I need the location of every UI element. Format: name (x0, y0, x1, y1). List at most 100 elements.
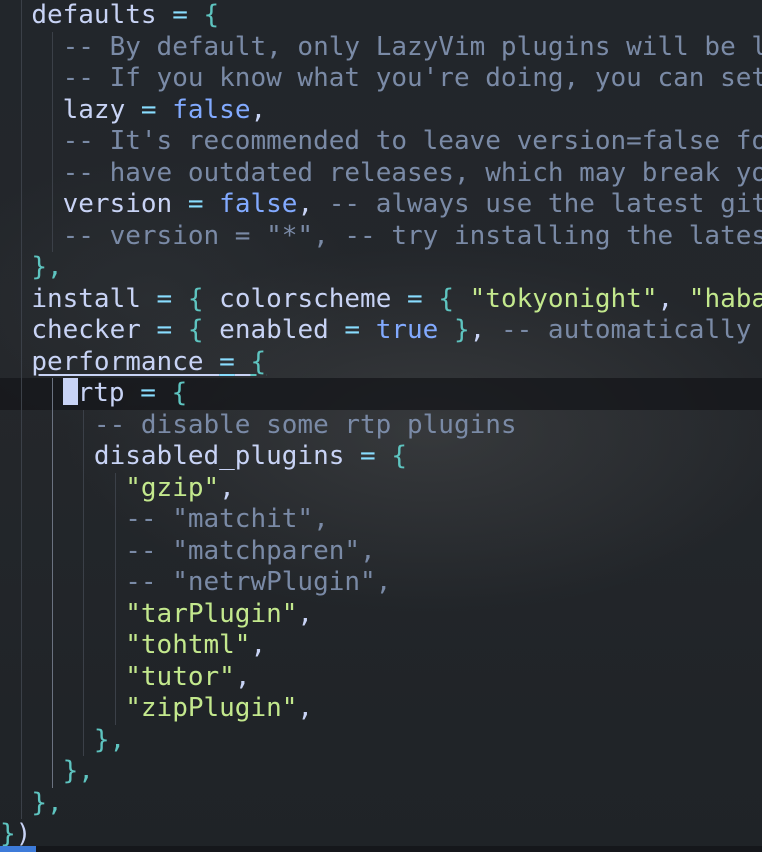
code-token: rtp (77, 378, 125, 408)
code-line[interactable]: performance = { (0, 347, 266, 379)
code-token: }, (62, 756, 94, 786)
code-token: , (657, 283, 674, 314)
code-line[interactable]: }, (0, 252, 62, 284)
code-line[interactable]: version = false, -- always use the lates… (0, 189, 762, 221)
code-line[interactable]: defaults = { (0, 0, 219, 32)
code-token: enabled (219, 315, 329, 345)
code-line[interactable]: "zipPlugin", (0, 693, 313, 725)
code-token: = (156, 315, 173, 345)
code-line[interactable]: -- If you know what you're doing, you ca… (0, 63, 762, 95)
code-token: = (140, 94, 157, 125)
code-line[interactable]: "tohtml", (0, 630, 266, 662)
code-line[interactable]: }, (0, 756, 94, 788)
code-line[interactable]: -- "netrwPlugin", (0, 567, 391, 599)
code-token: { (391, 441, 407, 471)
code-token: = (140, 378, 156, 408)
code-token: = (219, 346, 235, 377)
code-token: "tarPlugin" (125, 598, 298, 629)
code-token: -- "matchparen", (125, 535, 376, 566)
code-token: -- disable some rtp plugins (93, 409, 517, 440)
text-cursor (62, 378, 78, 405)
code-token: { (203, 0, 220, 30)
code-token: , (297, 693, 314, 723)
code-token: -- have outdated releases, which may bre… (62, 157, 762, 188)
code-token: -- If you know what you're doing, you ca… (62, 63, 762, 93)
code-token: { (171, 378, 188, 408)
code-token: , (250, 94, 267, 125)
code-line[interactable]: "tarPlugin", (0, 599, 313, 631)
code-line[interactable]: lazy = false, (0, 94, 267, 127)
code-line[interactable]: -- "matchit", (0, 504, 329, 536)
code-line[interactable]: }, (0, 725, 125, 757)
code-line[interactable]: }, (0, 788, 62, 820)
code-token: } (454, 315, 470, 345)
code-line[interactable]: checker = { enabled = true }, -- automat… (0, 315, 751, 347)
code-token: -- "matchit", (125, 504, 329, 534)
code-token: true (375, 315, 439, 345)
code-token: { (187, 315, 204, 345)
code-token: colorscheme (219, 283, 392, 314)
code-editor[interactable]: defaults = { -- By default, only LazyVim… (0, 0, 762, 852)
code-token: = (344, 315, 361, 345)
code-token: }, (93, 724, 126, 755)
code-token: ) (15, 819, 32, 849)
code-line[interactable]: "gzip", (0, 473, 235, 505)
code-token: , (297, 598, 314, 629)
code-token: "tokyonight" (469, 283, 658, 314)
code-token: "tohtml" (125, 630, 251, 660)
code-line[interactable]: -- By default, only LazyVim plugins will… (0, 32, 762, 64)
mode-indicator (0, 846, 36, 852)
code-token: disabled_plugins (93, 441, 345, 471)
code-line[interactable]: -- disable some rtp plugins (0, 410, 517, 442)
code-line[interactable]: rtp = { (0, 378, 187, 410)
code-token: -- By default, only LazyVim plugins will… (62, 31, 762, 62)
code-line[interactable]: "tutor", (0, 662, 250, 694)
code-line[interactable]: -- have outdated releases, which may bre… (0, 158, 762, 190)
code-token: install (31, 283, 141, 314)
code-token: { (187, 283, 204, 314)
code-line[interactable]: install = { colorscheme = { "tokyonight"… (0, 284, 762, 316)
code-line[interactable]: -- version = "*", -- try installing the … (0, 221, 762, 253)
code-token: { (438, 283, 454, 314)
code-token: -- always use the latest git (328, 189, 762, 219)
code-token: version (62, 189, 173, 219)
code-line[interactable]: -- It's recommended to leave version=fal… (0, 126, 762, 158)
code-token: -- automatically (500, 315, 752, 345)
code-line[interactable]: -- "matchparen", (0, 535, 376, 568)
code-line[interactable]: disabled_plugins = { (0, 441, 407, 473)
code-token: -- version = "*", -- try installing the … (62, 220, 762, 251)
code-token: "haba (688, 283, 762, 314)
